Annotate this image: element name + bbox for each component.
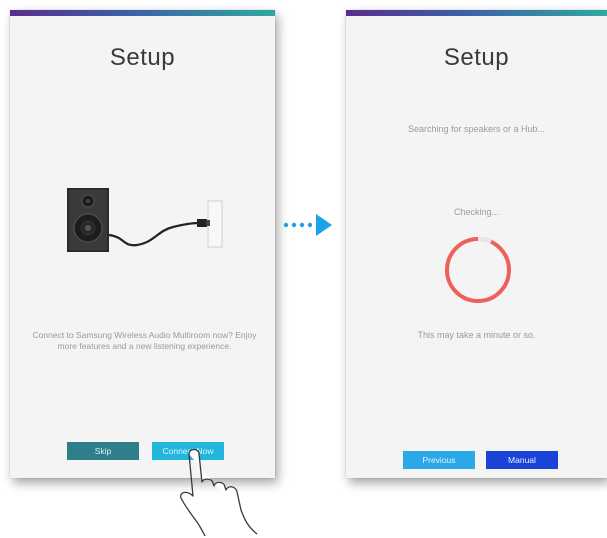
checking-status: Checking... [453, 207, 500, 217]
wall-outlet-icon [197, 200, 223, 248]
power-cable-icon [108, 221, 200, 247]
previous-button[interactable]: Previous [403, 451, 475, 469]
setup-screen-searching: Setup Searching for speakers or a Hub...… [346, 10, 607, 478]
transition-arrow-icon [283, 214, 332, 236]
loading-ring-icon [445, 236, 511, 303]
setup-screen-connect: Setup Connect to Samsung Wireless Audio … [10, 10, 275, 478]
speaker-connection-illustration [67, 188, 223, 252]
speaker-icon [67, 188, 109, 252]
page-title: Setup [443, 44, 510, 71]
page-title: Setup [109, 44, 176, 71]
top-accent-bar [10, 10, 275, 16]
top-accent-bar [346, 10, 607, 16]
wait-note: This may take a minute or so. [417, 330, 536, 340]
skip-button[interactable]: Skip [67, 442, 139, 460]
searching-status: Searching for speakers or a Hub... [407, 124, 546, 134]
tap-hand-icon [180, 448, 258, 536]
connect-message: Connect to Samsung Wireless Audio Multir… [32, 330, 257, 351]
manual-button[interactable]: Manual [486, 451, 558, 469]
